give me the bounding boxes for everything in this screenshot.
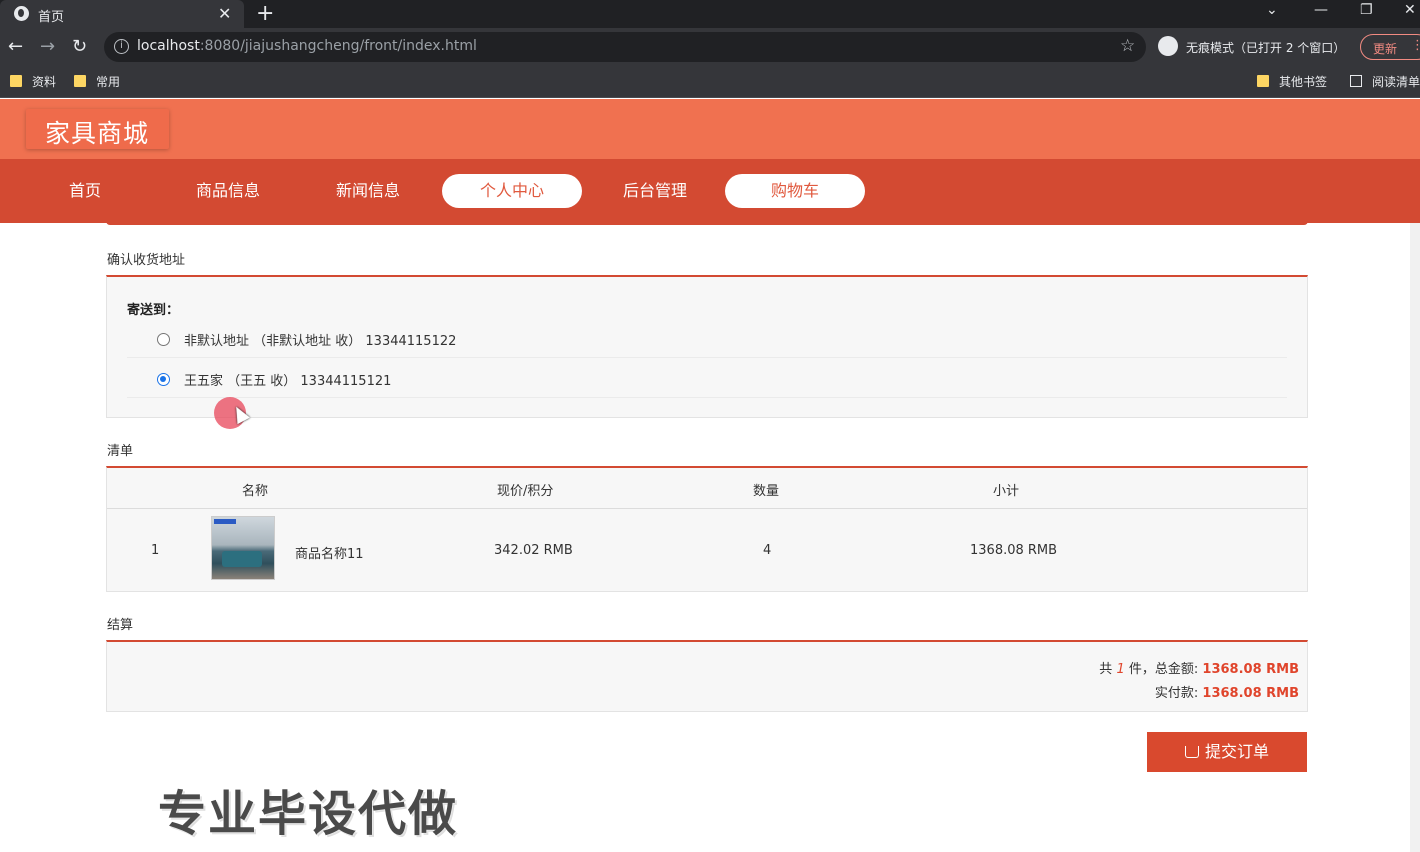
update-button[interactable]: 更新 ⋮ xyxy=(1360,34,1420,60)
nav-personal-center[interactable]: 个人中心 xyxy=(442,174,582,208)
row-index: 1 xyxy=(151,543,160,558)
address-bar[interactable]: i localhost:8080/jiajushangcheng/front/i… xyxy=(104,32,1146,62)
folder-icon xyxy=(74,75,86,87)
address-section-title: 确认收货地址 xyxy=(107,253,186,268)
incognito-icon xyxy=(1158,36,1178,56)
back-icon[interactable]: ← xyxy=(8,36,23,57)
list-section-title: 清单 xyxy=(107,444,134,459)
nav-cart[interactable]: 购物车 xyxy=(725,174,865,208)
nav-home[interactable]: 首页 xyxy=(15,174,155,208)
column-header-quantity: 数量 xyxy=(753,484,780,499)
address-option[interactable]: 非默认地址 （非默认地址 收） 13344115122 xyxy=(127,318,1287,358)
restore-icon[interactable]: ❐ xyxy=(1360,2,1373,18)
minimize-icon[interactable]: — xyxy=(1314,2,1328,18)
nav-news[interactable]: 新闻信息 xyxy=(298,174,438,208)
header-divider xyxy=(107,508,1307,509)
cart-icon xyxy=(1184,746,1199,758)
product-thumbnail[interactable] xyxy=(211,516,275,580)
globe-icon xyxy=(14,6,29,21)
tab-search-icon[interactable]: ⌄ xyxy=(1266,2,1278,18)
product-quantity: 4 xyxy=(763,543,772,558)
new-tab-icon[interactable]: + xyxy=(256,1,274,26)
menu-icon[interactable]: ⋮ xyxy=(1411,38,1420,53)
product-name[interactable]: 商品名称11 xyxy=(295,543,364,562)
bookmarks-bar: 资料 常用 其他书签 阅读清单 xyxy=(0,66,1420,98)
address-radio[interactable] xyxy=(157,333,170,346)
folder-icon xyxy=(10,75,22,87)
total-summary: 共 1 件，总金额: 1368.08 RMB xyxy=(1099,662,1299,677)
folder-icon xyxy=(1257,75,1269,87)
bookmark-folder[interactable]: 资料 xyxy=(10,73,56,90)
address-panel: 寄送到： 非默认地址 （非默认地址 收） 13344115122 王五家 （王五… xyxy=(106,275,1308,418)
watermark-text: 专业毕设代做 xyxy=(158,786,459,842)
other-bookmarks[interactable]: 其他书签 xyxy=(1257,73,1327,90)
address-option-selected[interactable]: 王五家 （王五 收） 13344115121 xyxy=(127,358,1287,398)
checkout-panel: 共 1 件，总金额: 1368.08 RMB 实付款: 1368.08 RMB xyxy=(106,640,1308,712)
order-table: 名称 现价/积分 数量 小计 1 商品名称11 342.02 RMB 4 136… xyxy=(106,466,1308,592)
bookmark-folder[interactable]: 常用 xyxy=(74,73,120,90)
site-logo[interactable]: 家具商城 xyxy=(26,109,169,149)
site-header: 家具商城 xyxy=(0,99,1420,159)
checkout-section-title: 结算 xyxy=(107,618,134,633)
browser-toolbar: ← → ↻ i localhost:8080/jiajushangcheng/f… xyxy=(0,28,1420,66)
nav-products[interactable]: 商品信息 xyxy=(158,174,298,208)
product-subtotal: 1368.08 RMB xyxy=(970,543,1058,558)
browser-tab-strip: 首页 ✕ + ⌄ — ❐ ✕ xyxy=(0,0,1420,28)
column-header-price: 现价/积分 xyxy=(497,484,554,499)
nav-admin[interactable]: 后台管理 xyxy=(585,174,725,208)
forward-icon[interactable]: → xyxy=(40,36,55,57)
bookmark-star-icon[interactable]: ☆ xyxy=(1120,36,1135,56)
reading-list-icon xyxy=(1350,75,1362,87)
reload-icon[interactable]: ↻ xyxy=(72,36,87,57)
ship-to-label: 寄送到： xyxy=(127,303,180,318)
page-scrollbar[interactable] xyxy=(1410,223,1420,852)
column-header-subtotal: 小计 xyxy=(993,484,1020,499)
tab-title: 首页 xyxy=(38,10,65,25)
close-window-icon[interactable]: ✕ xyxy=(1404,2,1416,18)
product-price: 342.02 RMB xyxy=(494,543,573,558)
submit-order-button[interactable]: 提交订单 xyxy=(1147,732,1307,772)
paid-summary: 实付款: 1368.08 RMB xyxy=(1154,686,1299,701)
close-tab-icon[interactable]: ✕ xyxy=(218,4,231,23)
address-radio-checked[interactable] xyxy=(157,373,170,386)
browser-tab[interactable]: 首页 ✕ xyxy=(0,0,244,28)
main-nav: 首页 商品信息 新闻信息 个人中心 后台管理 购物车 xyxy=(0,159,1420,225)
reading-list[interactable]: 阅读清单 xyxy=(1350,73,1420,90)
site-info-icon[interactable]: i xyxy=(114,39,129,54)
column-header-name: 名称 xyxy=(242,484,269,499)
url-text[interactable]: localhost:8080/jiajushangcheng/front/ind… xyxy=(137,38,477,54)
